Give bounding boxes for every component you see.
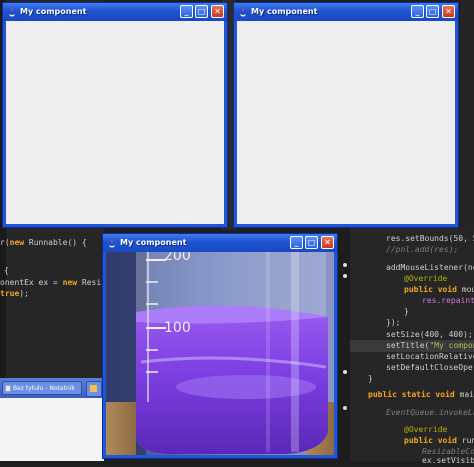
title-bar[interactable]: My component _ □ ✕ [234, 3, 458, 21]
window-my-component-3: My component _ □ ✕ 200 100 [102, 233, 338, 459]
code-line: true); [0, 289, 29, 298]
close-button[interactable]: ✕ [442, 5, 455, 18]
java-icon [9, 8, 15, 17]
graduation-label-200: 200 [164, 252, 191, 264]
close-button[interactable]: ✕ [321, 236, 334, 249]
fold-marker[interactable] [343, 406, 347, 410]
notepad-icon [5, 385, 11, 392]
maximize-button[interactable]: □ [426, 5, 439, 18]
minimize-button[interactable]: _ [180, 5, 193, 18]
beaker-image: 200 100 [106, 252, 334, 455]
gutter-fold-markers [343, 263, 347, 410]
code-line: setDefaultCloseOpera [386, 363, 474, 372]
desktop-area [0, 398, 104, 461]
editor-right-strip [460, 0, 474, 230]
java-icon [240, 8, 246, 17]
graduation-label-100: 100 [164, 320, 191, 336]
code-line: public static void main [368, 390, 474, 399]
code-line: //pnl.add(res); [386, 245, 459, 254]
window-content[interactable] [237, 21, 455, 224]
fold-marker[interactable] [343, 274, 347, 278]
window-title: My component [251, 7, 318, 16]
code-line: EventQueue.invokeLa [386, 408, 474, 417]
maximize-button[interactable]: □ [305, 236, 318, 249]
window-my-component-2: My component _ □ ✕ [233, 2, 459, 228]
code-line: } [404, 307, 409, 316]
fold-marker[interactable] [343, 263, 347, 267]
window-my-component-1: My component _ □ ✕ [2, 2, 228, 228]
taskbar-item-folder[interactable] [86, 381, 102, 397]
window-content[interactable] [6, 21, 224, 224]
code-line: { [4, 266, 9, 275]
minimize-button[interactable]: _ [290, 236, 303, 249]
java-icon [109, 239, 115, 248]
close-button[interactable]: ✕ [211, 5, 224, 18]
minimize-button[interactable]: _ [411, 5, 424, 18]
window-title: My component [20, 7, 87, 16]
maximize-button[interactable]: □ [195, 5, 208, 18]
title-bar[interactable]: My component _ □ ✕ [3, 3, 227, 21]
folder-icon [90, 385, 97, 392]
beaker-photo: 200 100 [106, 252, 334, 455]
taskbar: Bez tytułu - Notatnik [0, 378, 104, 398]
code-line: r(new Runnable() { [0, 238, 87, 247]
code-line: res.repaint [422, 296, 474, 305]
title-bar[interactable]: My component _ □ ✕ [103, 234, 337, 252]
code-line: ex.setVisib [422, 456, 474, 465]
code-line: } [368, 374, 373, 383]
code-line: }); [386, 318, 401, 327]
taskbar-item-label: Bez tytułu - Notatnik [13, 385, 75, 392]
fold-marker[interactable] [343, 370, 347, 374]
window-title: My component [120, 238, 187, 247]
taskbar-item-notepad[interactable]: Bez tytułu - Notatnik [2, 381, 82, 395]
